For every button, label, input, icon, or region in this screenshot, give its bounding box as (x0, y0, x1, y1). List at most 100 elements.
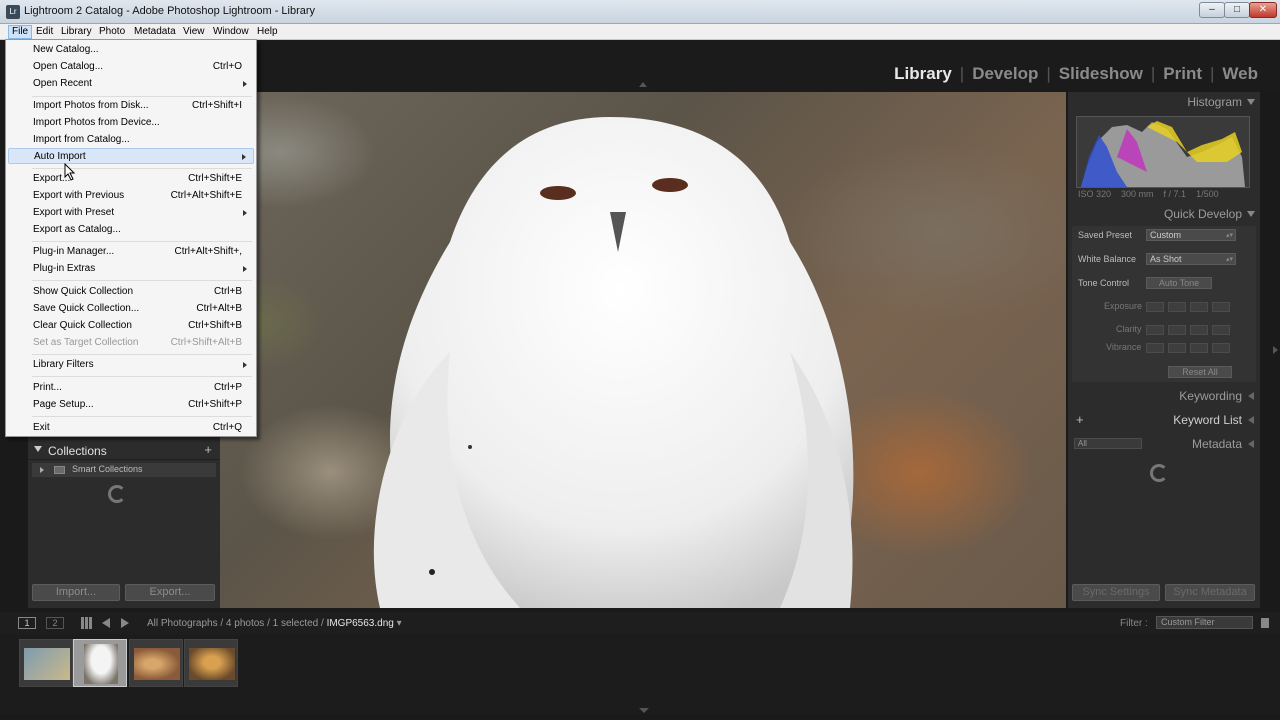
expand-triangle-icon[interactable] (1248, 392, 1254, 400)
disclosure-triangle-icon[interactable] (40, 467, 44, 473)
menu-item-import-device[interactable]: Import Photos from Device... (8, 115, 254, 131)
menu-item-import-catalog[interactable]: Import from Catalog... (8, 132, 254, 148)
minimize-button[interactable]: – (1199, 2, 1225, 18)
menu-item-export-preset[interactable]: Export with Preset (8, 205, 254, 221)
saved-preset-label: Saved Preset (1078, 230, 1133, 240)
smart-collections-item[interactable]: Smart Collections (32, 463, 216, 477)
menu-item-set-target-collection: Set as Target Collection Ctrl+Shift+Alt+B (33, 337, 242, 348)
menu-item-show-quick-collection[interactable]: Show Quick Collection Ctrl+B (8, 284, 254, 300)
menu-window[interactable]: Window (210, 25, 252, 39)
filter-lock-icon[interactable] (1261, 618, 1269, 628)
reset-all-button[interactable]: Reset All (1168, 366, 1232, 378)
import-button[interactable]: Import... (32, 584, 120, 601)
expand-triangle-icon[interactable] (34, 446, 42, 452)
menu-item-plugin-manager[interactable]: Plug-in Manager... Ctrl+Alt+Shift+, (8, 244, 254, 260)
metadata-header[interactable]: Metadata (1068, 434, 1260, 454)
collapse-top-panel-icon[interactable] (639, 82, 647, 87)
menu-item-import-disk[interactable]: Import Photos from Disk... Ctrl+Shift+I (8, 98, 254, 114)
white-balance-select[interactable]: As Shot ▴▾ (1146, 253, 1236, 265)
menu-item-open-catalog[interactable]: Open Catalog... Ctrl+O (8, 59, 254, 75)
collapse-triangle-icon[interactable] (1247, 211, 1255, 217)
keywording-header[interactable]: Keywording (1068, 386, 1260, 406)
menu-item-open-recent[interactable]: Open Recent (8, 76, 254, 92)
stepper-arrows-icon: ▴▾ (1225, 232, 1233, 239)
previous-arrow-icon[interactable] (102, 618, 110, 628)
module-slideshow[interactable]: Slideshow (1059, 64, 1143, 84)
maximize-button[interactable]: □ (1224, 2, 1250, 18)
white-balance-value: As Shot (1150, 254, 1182, 264)
thumbnail-selected[interactable] (73, 639, 127, 687)
menu-item-export-catalog[interactable]: Export as Catalog... (8, 222, 254, 238)
aperture-value: f / 7.1 (1163, 189, 1187, 199)
menu-item-plugin-extras[interactable]: Plug-in Extras (8, 261, 254, 277)
exposure-label: Exposure (1104, 301, 1143, 311)
saved-preset-select[interactable]: Custom ▴▾ (1146, 229, 1236, 241)
file-menu-dropdown: New Catalog... Open Catalog... Ctrl+O Ope… (5, 39, 257, 437)
menu-item-auto-import[interactable]: Auto Import (8, 148, 254, 164)
module-web[interactable]: Web (1222, 64, 1258, 84)
expand-right-panel-icon[interactable] (1273, 346, 1278, 354)
thumbnail-image (189, 648, 235, 680)
loading-spinner-icon (1150, 464, 1168, 482)
keyword-list-title: Keyword List (1173, 413, 1242, 427)
thumbnail[interactable] (184, 639, 238, 687)
menu-library[interactable]: Library (58, 25, 95, 39)
source-breadcrumb[interactable]: All Photographs / 4 photos / 1 selected … (147, 618, 402, 629)
white-balance-label: White Balance (1078, 254, 1137, 264)
menu-photo[interactable]: Photo (96, 25, 128, 39)
keyword-list-header[interactable]: Keyword List (1068, 410, 1260, 430)
menu-item-save-quick-collection[interactable]: Save Quick Collection... Ctrl+Alt+B (8, 301, 254, 317)
module-print[interactable]: Print (1163, 64, 1202, 84)
menu-edit[interactable]: Edit (33, 25, 56, 39)
collections-panel-header[interactable]: Collections + (28, 442, 220, 460)
menu-item-clear-quick-collection[interactable]: Clear Quick Collection Ctrl+Shift+B (8, 318, 254, 334)
filter-label: Filter : (1120, 618, 1148, 629)
histogram-header[interactable]: Histogram (1068, 92, 1260, 112)
menu-item-print[interactable]: Print... Ctrl+P (8, 380, 254, 396)
add-collection-icon[interactable]: + (204, 442, 212, 457)
selected-filename: IMGP6563.dng (326, 618, 394, 629)
menu-view[interactable]: View (180, 25, 208, 39)
saved-preset-value: Custom (1150, 230, 1182, 240)
export-button[interactable]: Export... (125, 584, 215, 601)
auto-tone-button[interactable]: Auto Tone (1146, 277, 1212, 289)
quick-develop-header[interactable]: Quick Develop (1068, 204, 1260, 224)
quick-develop-title: Quick Develop (1163, 207, 1242, 221)
sync-settings-button[interactable]: Sync Settings (1072, 584, 1160, 601)
module-develop[interactable]: Develop (972, 64, 1038, 84)
mouse-cursor-icon (64, 163, 76, 181)
collapse-filmstrip-icon[interactable] (639, 708, 649, 713)
menu-metadata[interactable]: Metadata (131, 25, 179, 39)
next-arrow-icon[interactable] (121, 618, 129, 628)
exposure-stepper[interactable] (1146, 302, 1230, 312)
grid-view-icon[interactable] (81, 617, 93, 629)
filter-select[interactable]: Custom Filter (1156, 616, 1253, 629)
menu-item-library-filters[interactable]: Library Filters (8, 357, 254, 373)
menu-item-new-catalog[interactable]: New Catalog... (8, 42, 254, 58)
thumbnail-image (24, 648, 70, 680)
collapse-triangle-icon[interactable] (1247, 99, 1255, 105)
vibrance-stepper[interactable] (1146, 343, 1230, 353)
chevron-down-icon[interactable]: ▾ (397, 618, 402, 629)
sync-metadata-button[interactable]: Sync Metadata (1165, 584, 1255, 601)
histogram[interactable] (1076, 116, 1250, 188)
menu-item-export-previous[interactable]: Export with Previous Ctrl+Alt+Shift+E (8, 188, 254, 204)
secondary-display-button[interactable]: 2 (46, 617, 64, 629)
menu-help[interactable]: Help (254, 25, 281, 39)
main-photo-view[interactable] (220, 92, 1066, 608)
thumbnail[interactable] (129, 639, 183, 687)
clarity-stepper[interactable] (1146, 325, 1230, 335)
menu-item-exit[interactable]: Exit Ctrl+Q (8, 420, 254, 436)
expand-triangle-icon[interactable] (1248, 440, 1254, 448)
primary-display-button[interactable]: 1 (18, 617, 36, 629)
expand-triangle-icon[interactable] (1248, 416, 1254, 424)
module-picker: Library | Develop | Slideshow | Print | Web (894, 64, 1258, 84)
menu-item-page-setup[interactable]: Page Setup... Ctrl+Shift+P (8, 397, 254, 413)
module-library[interactable]: Library (894, 64, 952, 84)
thumbnail[interactable] (19, 639, 73, 687)
menu-file[interactable]: File (8, 25, 33, 39)
close-button[interactable]: ✕ (1249, 2, 1277, 18)
thumbnail-image (134, 648, 180, 680)
menu-item-export[interactable]: Export... Ctrl+Shift+E (8, 171, 254, 187)
exif-info: ISO 320 300 mm f / 7.1 1/500 (1078, 189, 1252, 199)
